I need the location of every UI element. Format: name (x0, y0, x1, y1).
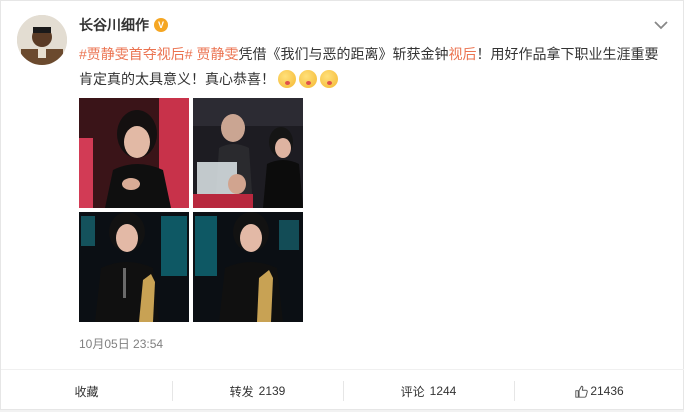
hashtag-link[interactable]: #贾静雯首夺视后# (79, 46, 193, 62)
action-bar: 收藏 转发 2139 评论 1244 21436 (1, 369, 684, 412)
mention-link[interactable]: 贾静雯 (196, 46, 238, 62)
post-image-4[interactable] (193, 212, 303, 322)
chevron-down-icon[interactable] (653, 19, 669, 31)
like-button[interactable]: 21436 (514, 370, 684, 412)
favorite-label: 收藏 (74, 384, 99, 399)
emoji-icon (299, 70, 317, 88)
username[interactable]: 长谷川细作 V (79, 15, 168, 35)
avatar[interactable] (17, 15, 67, 65)
weibo-post-card: 长谷川细作 V #贾静雯首夺视后# 贾静雯凭借《我们与恶的距离》斩获金钟视后！用… (0, 0, 684, 410)
post-image-3[interactable] (79, 212, 189, 322)
repost-count: 2139 (258, 384, 286, 398)
image-grid (79, 98, 305, 322)
post-text-part-a: 凭借《我们与恶的距离》斩获金钟 (238, 46, 449, 62)
emoji-icon (278, 70, 296, 88)
repost-button[interactable]: 转发 2139 (172, 370, 343, 412)
post-image-2[interactable] (193, 98, 303, 208)
comment-count: 1244 (429, 384, 457, 398)
keyword-link[interactable]: 视后 (448, 46, 476, 62)
comment-label: 评论 (400, 384, 425, 399)
post-text: #贾静雯首夺视后# 贾静雯凭借《我们与恶的距离》斩获金钟视后！用好作品拿下职业生… (79, 42, 667, 92)
emoji-icon (320, 70, 338, 88)
thumbs-up-icon (575, 385, 589, 398)
repost-label: 转发 (229, 384, 254, 399)
post-image-1[interactable] (79, 98, 189, 208)
like-count: 21436 (590, 384, 624, 398)
favorite-button[interactable]: 收藏 (1, 370, 172, 412)
verified-badge-icon: V (154, 18, 168, 32)
username-text[interactable]: 长谷川细作 (79, 15, 149, 35)
post-timestamp[interactable]: 10月05日 23:54 (79, 335, 163, 352)
comment-button[interactable]: 评论 1244 (343, 370, 514, 412)
